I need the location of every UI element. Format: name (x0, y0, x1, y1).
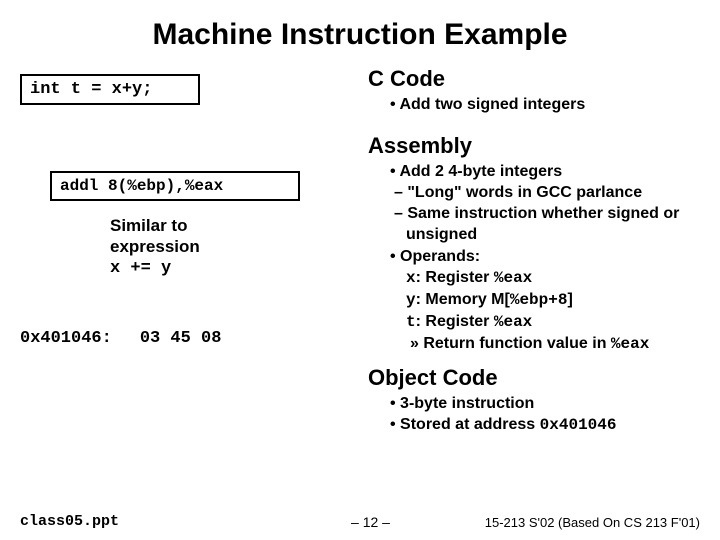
left-column: int t = x+y; addl 8(%ebp),%eax Similar t… (20, 66, 350, 446)
obj-b2-text: • Stored at address (390, 416, 540, 433)
operand-y-mid: : Memory M[ (416, 291, 510, 308)
operand-y-name: y (406, 291, 416, 309)
operand-y-suf: ] (567, 291, 572, 308)
c-code-box: int t = x+y; (20, 74, 200, 105)
obj-bullet-1: • 3-byte instruction (404, 393, 700, 414)
section-object-code: Object Code (368, 365, 700, 391)
object-code-row: 0x401046: 03 45 08 (20, 329, 350, 348)
section-assembly: Assembly (368, 133, 700, 159)
similar-note: Similar to expression x += y (110, 215, 350, 279)
c-code-bullets: • Add two signed integers (390, 94, 700, 115)
asm-bullet-1: • Add 2 4-byte integers (404, 161, 700, 182)
footer-course: 15-213 S'02 (Based On CS 213 F'01) (485, 515, 700, 530)
asm-return-note: » Return function value in %eax (422, 333, 700, 355)
similar-line-2: expression (110, 236, 350, 257)
object-code-bullets: • 3-byte instruction • Stored at address… (390, 393, 700, 436)
assembly-bullets: • Add 2 4-byte integers – "Long" words i… (390, 161, 700, 355)
right-column: C Code • Add two signed integers Assembl… (368, 66, 700, 446)
operand-x-mid: : Register (416, 269, 494, 286)
slide-title: Machine Instruction Example (20, 18, 700, 52)
operand-t-mid: : Register (416, 313, 494, 330)
footer-page: – 12 – (351, 514, 390, 530)
return-text: » Return function value in (410, 335, 611, 352)
asm-code-box: addl 8(%ebp),%eax (50, 171, 300, 201)
content-columns: int t = x+y; addl 8(%ebp),%eax Similar t… (20, 66, 700, 446)
return-reg: %eax (611, 335, 649, 353)
object-address: 0x401046: (20, 329, 112, 348)
operand-x-name: x (406, 269, 416, 287)
object-bytes: 03 45 08 (140, 329, 222, 348)
operand-t-name: t (406, 313, 416, 331)
footer-filename: class05.ppt (20, 513, 119, 530)
section-c-code: C Code (368, 66, 700, 92)
operand-t: t: Register %eax (406, 311, 700, 333)
operand-t-reg: %eax (494, 313, 532, 331)
obj-b2-addr: 0x401046 (540, 416, 617, 434)
slide-footer: class05.ppt – 12 – 15-213 S'02 (Based On… (20, 513, 700, 530)
obj-bullet-2: • Stored at address 0x401046 (404, 414, 700, 436)
operand-x: x: Register %eax (406, 267, 700, 289)
similar-expression: x += y (110, 258, 350, 279)
c-bullet-1: • Add two signed integers (404, 94, 700, 115)
similar-line-1: Similar to (110, 215, 350, 236)
asm-bullet-1a: – "Long" words in GCC parlance (406, 182, 700, 203)
operand-y: y: Memory M[%ebp+8] (406, 289, 700, 311)
asm-bullet-2: • Operands: (404, 246, 700, 267)
operand-x-reg: %eax (494, 269, 532, 287)
operand-y-mem: %ebp+8 (510, 291, 568, 309)
asm-bullet-1b: – Same instruction whether signed or uns… (406, 203, 700, 245)
